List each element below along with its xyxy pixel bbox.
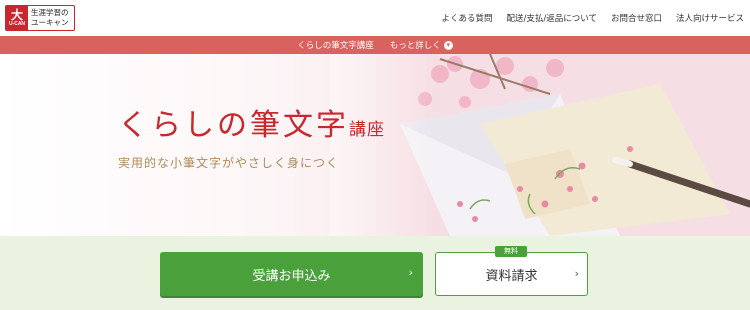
request-documents-button[interactable]: 資料請求 › — [435, 252, 588, 296]
hero-title-suffix: 講座 — [349, 120, 385, 140]
hero-title-main: くらしの筆文字 — [118, 108, 349, 143]
site-header: 大 U-CAN 生涯学習の ユーキャン よくある質問 配送/支払/返品について … — [0, 0, 750, 36]
course-bar: くらしの筆文字講座 もっと詳しく ▾ — [0, 36, 750, 54]
logo-mark-ucan: U-CAN — [8, 21, 26, 27]
chevron-right-icon: › — [574, 267, 579, 280]
logo-mark: 大 U-CAN — [6, 6, 28, 30]
chevron-down-icon: ▾ — [443, 40, 453, 50]
nav-contact[interactable]: お問合せ窓口 — [611, 12, 662, 24]
logo-line-2: ユーキャン — [31, 18, 69, 27]
ucan-logo[interactable]: 大 U-CAN 生涯学習の ユーキャン — [5, 5, 75, 31]
request-documents-label: 資料請求 — [485, 268, 538, 284]
hero-banner: くらしの筆文字講座 実用的な小筆文字がやさしく身につく — [0, 54, 750, 236]
apply-button[interactable]: 受講お申込み › — [160, 252, 423, 296]
logo-text: 生涯学習の ユーキャン — [28, 8, 74, 28]
hero-title: くらしの筆文字講座 — [118, 100, 385, 144]
top-navigation: よくある質問 配送/支払/返品について お問合せ窓口 法人向けサービス — [441, 12, 744, 24]
apply-button-label: 受講お申込み — [252, 268, 331, 284]
more-details-label: もっと詳しく — [389, 41, 441, 51]
free-badge: 無料 — [495, 246, 527, 257]
course-name-label: くらしの筆文字講座 — [297, 41, 374, 51]
nav-shipping-payment-returns[interactable]: 配送/支払/返品について — [506, 12, 596, 24]
more-details-link[interactable]: もっと詳しく ▾ — [390, 39, 453, 51]
cherry-blossom-stationery-image — [330, 54, 750, 236]
hero-subtitle: 実用的な小筆文字がやさしく身につく — [118, 156, 340, 170]
chevron-right-icon: › — [408, 266, 413, 279]
course-name-link[interactable]: くらしの筆文字講座 — [297, 39, 374, 51]
logo-line-1: 生涯学習の — [31, 8, 69, 17]
logo-mark-kanji: 大 — [10, 8, 23, 22]
nav-corporate-services[interactable]: 法人向けサービス — [676, 12, 744, 24]
nav-faq[interactable]: よくある質問 — [441, 12, 492, 24]
